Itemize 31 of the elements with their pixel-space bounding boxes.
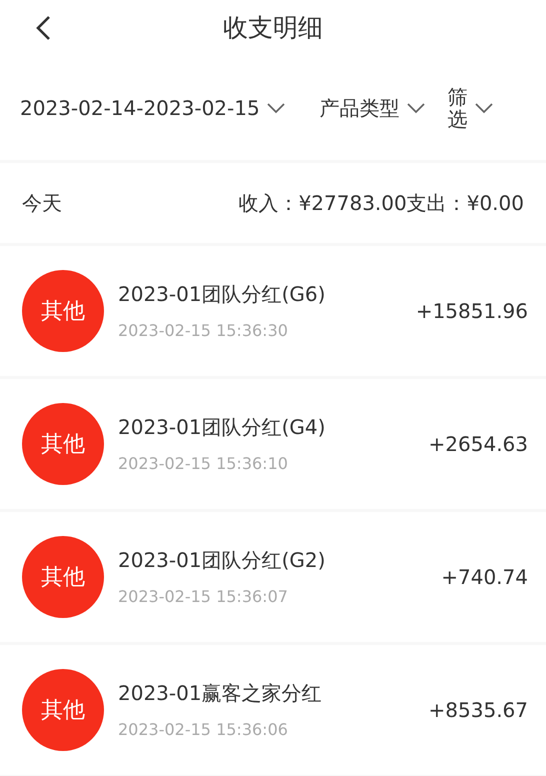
page-title: 收支明细 — [223, 12, 323, 44]
record-time: 2023-02-15 15:36:07 — [118, 586, 289, 608]
category-badge: 其他 — [22, 403, 104, 485]
category-badge: 其他 — [22, 669, 104, 751]
record-amount: +2654.63 — [428, 431, 528, 458]
record-amount: +15851.96 — [416, 298, 528, 325]
back-icon — [34, 14, 52, 42]
category-badge: 其他 — [22, 270, 104, 352]
day-label: 今天 — [22, 190, 62, 217]
record-title: 2023-01团队分红(G4) — [118, 414, 326, 441]
expense-total: 支出：¥0.00 — [406, 190, 524, 217]
record-time: 2023-02-15 15:36:10 — [118, 453, 289, 475]
record-row[interactable]: 其他 2023-01团队分红(G6) 2023-02-15 15:36:30 +15851.96 — [0, 246, 546, 376]
record-title: 2023-01团队分红(G6) — [118, 281, 326, 308]
record-row[interactable]: 其他 2023-01团队分红(G4) 2023-02-15 15:36:10 +2654.63 — [0, 379, 546, 509]
income-total: 收入：¥27783.00 — [238, 190, 407, 217]
filter-dropdown[interactable]: 2023-02-14-2023-02-15 — [20, 92, 286, 122]
record-time: 2023-02-15 15:36:30 — [118, 320, 289, 342]
chevron-down-icon — [406, 102, 426, 114]
category-badge: 其他 — [22, 536, 104, 618]
filter-dropdown[interactable]: 产品类型 — [320, 92, 426, 122]
record-row[interactable]: 其他 2023-01赢客之家分红 2023-02-15 15:36:06 +8535.67 — [0, 645, 546, 775]
record-title: 2023-01团队分红(G2) — [118, 547, 326, 574]
chevron-down-icon — [266, 102, 286, 114]
record-time: 2023-02-15 15:36:06 — [118, 719, 289, 741]
filter-dropdown[interactable]: 筛选 — [448, 86, 494, 130]
chevron-down-icon — [474, 102, 494, 114]
record-amount: +8535.67 — [428, 697, 528, 724]
record-title: 2023-01赢客之家分红 — [118, 680, 323, 707]
record-amount: +740.74 — [441, 564, 528, 591]
record-row[interactable]: 其他 2023-01团队分红(G2) 2023-02-15 15:36:07 +740.74 — [0, 512, 546, 642]
